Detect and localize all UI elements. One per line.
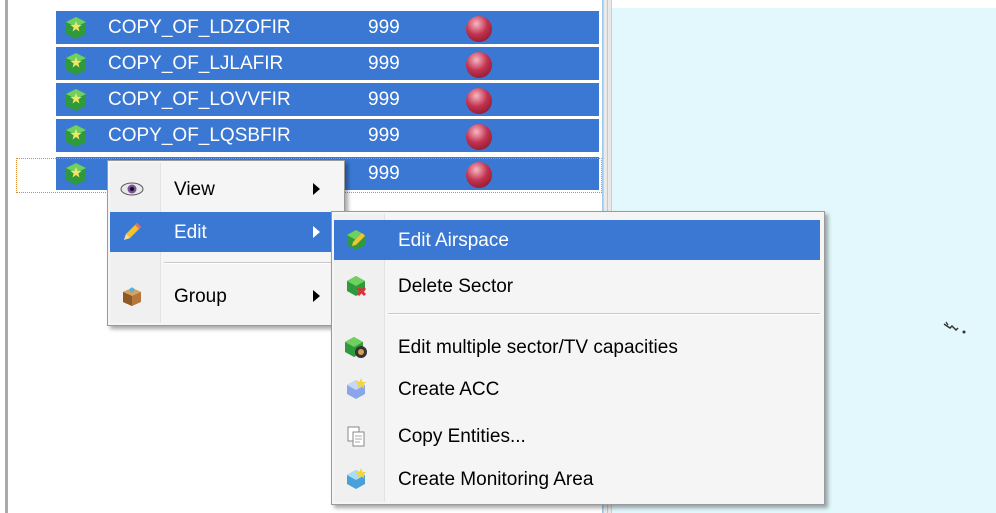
- sector-icon: [66, 125, 86, 147]
- edit-airspace-icon: [347, 230, 365, 250]
- menu-separator: [164, 262, 338, 264]
- sector-name: COPY_OF_LJLAFIR: [108, 53, 284, 74]
- submenu-arrow-icon: [313, 290, 320, 302]
- status-indicator: [466, 52, 492, 78]
- pencil-icon: [124, 223, 141, 240]
- sector-name: COPY_OF_LQSBFIR: [108, 125, 291, 146]
- capacities-icon: [345, 337, 367, 358]
- map-top-border: [612, 0, 996, 8]
- menu-item-label: Copy Entities...: [398, 426, 526, 447]
- menu-item-create-acc[interactable]: Create ACC: [334, 369, 820, 409]
- menu-item-edit-capacities[interactable]: Edit multiple sector/TV capacities: [334, 327, 820, 367]
- capacity-value: 999: [368, 53, 400, 74]
- menu-separator: [388, 313, 820, 315]
- status-indicator: [466, 16, 492, 42]
- box-icon: [123, 287, 141, 306]
- eye-icon: [120, 182, 144, 196]
- sector-icon: [66, 53, 86, 75]
- status-indicator: [466, 124, 492, 150]
- menu-item-label: Create ACC: [398, 379, 500, 400]
- menu-item-create-monitoring-area[interactable]: Create Monitoring Area: [334, 459, 820, 499]
- table-row[interactable]: COPY_OF_LOVVFIR 999: [56, 83, 599, 116]
- menu-item-label: Delete Sector: [398, 276, 514, 297]
- menu-item-edit-airspace[interactable]: Edit Airspace: [334, 220, 820, 260]
- table-row[interactable]: COPY_OF_LDZOFIR 999: [56, 11, 599, 44]
- map-feature: [943, 321, 966, 334]
- monitoring-area-icon: [347, 468, 367, 489]
- menu-item-label: Edit multiple sector/TV capacities: [398, 337, 678, 358]
- sector-icon: [66, 17, 86, 39]
- capacity-value: 999: [368, 125, 400, 146]
- capacity-value: 999: [368, 89, 400, 110]
- create-acc-icon: [347, 378, 367, 399]
- context-menu: View Edit Group: [107, 160, 345, 326]
- edit-submenu: Edit Airspace Delete Sector Edit multipl…: [331, 211, 825, 505]
- status-indicator: [466, 88, 492, 114]
- menu-item-delete-sector[interactable]: Delete Sector: [334, 266, 820, 306]
- menu-item-label: Edit: [174, 222, 207, 243]
- delete-sector-icon: [347, 276, 367, 297]
- capacity-value: 999: [368, 17, 400, 38]
- menu-item-copy-entities[interactable]: Copy Entities...: [334, 416, 820, 456]
- copy-entities-icon: [347, 426, 365, 447]
- menu-item-label: Create Monitoring Area: [398, 469, 594, 490]
- panel-left-border: [5, 0, 8, 513]
- menu-item-group[interactable]: Group: [110, 276, 340, 316]
- submenu-arrow-icon: [313, 183, 320, 195]
- menu-item-edit[interactable]: Edit: [110, 212, 340, 252]
- menu-item-label: Group: [174, 286, 227, 307]
- sector-icon: [66, 89, 86, 111]
- sector-name: COPY_OF_LDZOFIR: [108, 17, 291, 38]
- table-row[interactable]: COPY_OF_LQSBFIR 999: [56, 119, 599, 152]
- submenu-arrow-icon: [313, 226, 320, 238]
- sector-name: COPY_OF_LOVVFIR: [108, 89, 291, 110]
- menu-item-label: Edit Airspace: [398, 230, 509, 251]
- table-row[interactable]: COPY_OF_LJLAFIR 999: [56, 47, 599, 80]
- menu-item-label: View: [174, 179, 215, 200]
- menu-item-view[interactable]: View: [110, 169, 340, 209]
